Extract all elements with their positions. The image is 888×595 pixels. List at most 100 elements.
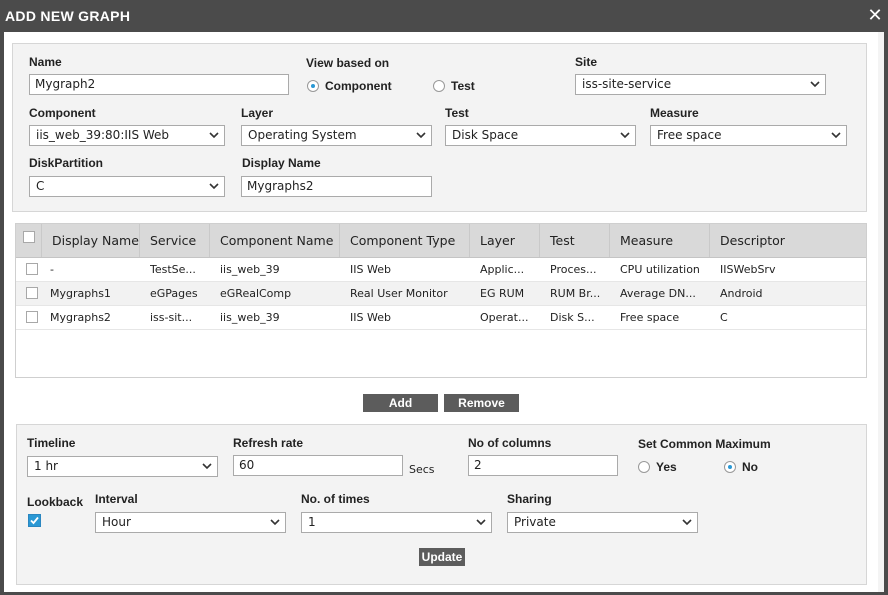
- name-input[interactable]: Mygraph2: [29, 74, 289, 95]
- common-max-yes-radio[interactable]: Yes: [638, 460, 698, 476]
- no-of-times-label: No. of times: [301, 492, 370, 506]
- cell-component-type: Real User Monitor: [350, 287, 448, 300]
- timeline-select-value: 1 hr: [34, 459, 58, 473]
- refresh-rate-label: Refresh rate: [233, 436, 304, 450]
- cell-layer: Applic...: [480, 263, 525, 276]
- table-row[interactable]: - TestSe... iis_web_39 IIS Web Applic...…: [16, 258, 866, 282]
- col-measure[interactable]: Measure: [610, 224, 710, 257]
- graph-items-table: Display Name Service Component Name Comp…: [15, 223, 867, 378]
- row-checkbox[interactable]: [26, 311, 38, 323]
- view-option-component-label: Component: [325, 79, 392, 93]
- dialog-body: Name Mygraph2 View based on Component Te…: [4, 32, 884, 592]
- chevron-down-icon: [202, 463, 212, 470]
- col-display-name[interactable]: Display Name: [42, 224, 140, 257]
- cell-display-name: -: [50, 263, 54, 276]
- dialog-titlebar: ADD NEW GRAPH ✕: [0, 0, 888, 32]
- col-component-type[interactable]: Component Type: [340, 224, 470, 257]
- display-name-label: Display Name: [242, 156, 321, 170]
- table-row[interactable]: Mygraphs2 iss-sit... iis_web_39 IIS Web …: [16, 306, 866, 330]
- view-option-component-radio[interactable]: Component: [307, 79, 407, 95]
- cell-layer: Operat...: [480, 311, 529, 324]
- cell-layer: EG RUM: [480, 287, 525, 300]
- graph-definition-panel: Name Mygraph2 View based on Component Te…: [12, 43, 867, 212]
- display-name-input[interactable]: Mygraphs2: [241, 176, 432, 197]
- checkmark-icon: [30, 516, 39, 525]
- cell-component-name: eGRealComp: [220, 287, 292, 300]
- cell-descriptor: Android: [720, 287, 763, 300]
- select-all-checkbox[interactable]: [23, 231, 35, 243]
- scrollbar[interactable]: [878, 32, 884, 592]
- cell-display-name: Mygraphs1: [50, 287, 111, 300]
- layer-select[interactable]: Operating System: [241, 125, 432, 146]
- col-component-name[interactable]: Component Name: [210, 224, 340, 257]
- cell-test: Disk S...: [550, 311, 595, 324]
- component-select[interactable]: iis_web_39:80:IIS Web: [29, 125, 225, 146]
- radio-unselected-icon: [433, 80, 445, 92]
- chevron-down-icon: [476, 519, 486, 526]
- chevron-down-icon: [682, 519, 692, 526]
- row-checkbox[interactable]: [26, 287, 38, 299]
- site-label: Site: [575, 55, 598, 69]
- cell-service: TestSe...: [150, 263, 196, 276]
- chevron-down-icon: [810, 81, 820, 88]
- layer-label: Layer: [241, 106, 274, 120]
- cell-descriptor: IISWebSrv: [720, 263, 776, 276]
- table-header: Display Name Service Component Name Comp…: [16, 224, 866, 258]
- col-test[interactable]: Test: [540, 224, 610, 257]
- sharing-select[interactable]: Private: [507, 512, 698, 533]
- cell-measure: Free space: [620, 311, 680, 324]
- test-select[interactable]: Disk Space: [445, 125, 636, 146]
- cell-component-name: iis_web_39: [220, 263, 280, 276]
- cell-display-name: Mygraphs2: [50, 311, 111, 324]
- timeline-label: Timeline: [27, 436, 76, 450]
- radio-selected-icon: [724, 461, 736, 473]
- update-button[interactable]: Update: [419, 548, 465, 566]
- component-select-value: iis_web_39:80:IIS Web: [36, 128, 170, 142]
- measure-select-value: Free space: [657, 128, 722, 142]
- dialog-title: ADD NEW GRAPH: [5, 8, 131, 24]
- set-common-maximum-label: Set Common Maximum: [638, 437, 771, 451]
- test-select-value: Disk Space: [452, 128, 519, 142]
- component-label: Component: [29, 106, 96, 120]
- col-service[interactable]: Service: [140, 224, 210, 257]
- col-descriptor[interactable]: Descriptor: [710, 224, 866, 257]
- chevron-down-icon: [209, 132, 219, 139]
- cell-measure: Average DN...: [620, 287, 696, 300]
- chevron-down-icon: [831, 132, 841, 139]
- view-option-test-radio[interactable]: Test: [433, 79, 503, 95]
- cell-measure: CPU utilization: [620, 263, 700, 276]
- measure-select[interactable]: Free space: [650, 125, 847, 146]
- layer-select-value: Operating System: [248, 128, 357, 142]
- interval-select[interactable]: Hour: [95, 512, 286, 533]
- col-layer[interactable]: Layer: [470, 224, 540, 257]
- cell-service: eGPages: [150, 287, 198, 300]
- cell-test: Proces...: [550, 263, 597, 276]
- no-of-columns-input[interactable]: 2: [468, 455, 618, 476]
- cell-component-type: IIS Web: [350, 263, 391, 276]
- site-select[interactable]: iss-site-service: [575, 74, 826, 95]
- close-icon[interactable]: ✕: [866, 7, 884, 25]
- site-select-value: iss-site-service: [582, 77, 672, 91]
- no-of-times-select[interactable]: 1: [301, 512, 492, 533]
- interval-select-value: Hour: [102, 515, 131, 529]
- cell-component-name: iis_web_39: [220, 311, 280, 324]
- add-button[interactable]: Add: [363, 394, 438, 412]
- cell-descriptor: C: [720, 311, 728, 324]
- timeline-select[interactable]: 1 hr: [27, 456, 218, 477]
- lookback-checkbox[interactable]: [28, 514, 41, 527]
- row-checkbox[interactable]: [26, 263, 38, 275]
- name-label: Name: [29, 55, 62, 69]
- refresh-rate-input[interactable]: 60: [233, 455, 403, 476]
- refresh-rate-unit: Secs: [409, 463, 435, 476]
- cell-test: RUM Br...: [550, 287, 601, 300]
- view-option-test-label: Test: [451, 79, 475, 93]
- no-of-columns-label: No of columns: [468, 436, 552, 450]
- test-label: Test: [445, 106, 469, 120]
- diskpartition-select[interactable]: C: [29, 176, 225, 197]
- table-row[interactable]: Mygraphs1 eGPages eGRealComp Real User M…: [16, 282, 866, 306]
- chevron-down-icon: [620, 132, 630, 139]
- common-max-no-radio[interactable]: No: [724, 460, 784, 476]
- radio-selected-icon: [307, 80, 319, 92]
- remove-button[interactable]: Remove: [444, 394, 519, 412]
- interval-label: Interval: [95, 492, 138, 506]
